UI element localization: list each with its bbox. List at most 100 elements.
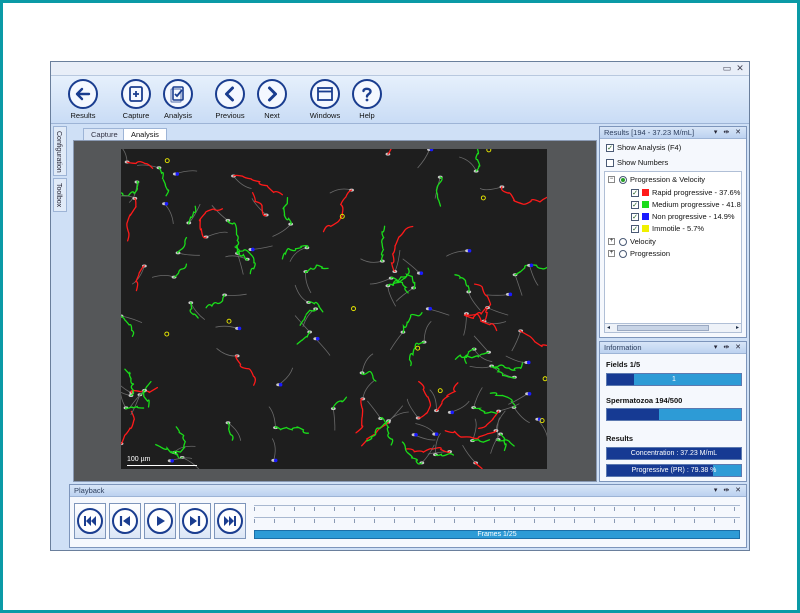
medium-track	[158, 167, 170, 197]
previous-frame-button[interactable]	[109, 503, 141, 539]
show-analysis-toggle[interactable]: ✓ Show Analysis (F4)	[606, 143, 681, 152]
show-numbers-checkbox[interactable]	[606, 158, 614, 167]
windows-button[interactable]: Windows	[303, 79, 347, 123]
close-button[interactable]: ✕	[734, 63, 746, 74]
tree-item-medium[interactable]: ✓ Medium progressive - 41.8	[631, 200, 741, 209]
sperm-tail	[361, 353, 374, 373]
immotile-marker	[480, 195, 486, 201]
previous-button[interactable]: Previous	[208, 79, 252, 123]
non-progressive-marker	[170, 458, 174, 463]
panel-controls-icon[interactable]: ▾ ⇹ ✕	[714, 343, 743, 351]
immotile-checkbox[interactable]: ✓	[631, 224, 639, 233]
rapid-track	[322, 189, 353, 233]
results-button[interactable]: Results	[61, 79, 105, 123]
microscope-image[interactable]: 100 µm	[121, 149, 547, 469]
medium-color-swatch	[642, 201, 649, 208]
spermatozoa-label: Spermatozoa 194/500	[606, 396, 683, 405]
non-progressive-marker	[467, 248, 472, 253]
tree-item-non-progressive[interactable]: ✓ Non progressive - 14.9%	[631, 212, 735, 221]
progressive-text: Progressive (PR) : 79.38 %	[631, 467, 717, 474]
window-icon	[310, 79, 340, 109]
rapid-track	[417, 380, 432, 419]
scroll-right-icon[interactable]: ▸	[736, 324, 739, 331]
sperm-tail	[278, 367, 294, 386]
last-frame-button[interactable]	[214, 503, 246, 539]
tree-group-progression-velocity[interactable]: − Progression & Velocity	[608, 175, 705, 184]
medium-track	[402, 312, 423, 334]
sperm-tail	[462, 445, 476, 464]
analysis-button[interactable]: Analysis	[156, 79, 200, 123]
scroll-thumb[interactable]	[617, 325, 709, 331]
radio-progression-velocity[interactable]	[619, 175, 627, 184]
sperm-tail	[463, 313, 467, 336]
tab-analysis[interactable]: Analysis	[123, 128, 167, 140]
collapse-icon[interactable]: −	[608, 176, 615, 183]
panel-controls-icon[interactable]: ▾ ⇹ ✕	[714, 128, 743, 136]
step-back-icon	[112, 508, 138, 534]
show-numbers-toggle[interactable]: Show Numbers	[606, 158, 668, 167]
play-icon	[147, 508, 173, 534]
configuration-tab-label: Configuration	[55, 131, 62, 173]
medium-track	[304, 264, 329, 274]
tree-item-immotile[interactable]: ✓ Immotile - 5.7%	[631, 224, 704, 233]
radio-velocity[interactable]	[619, 237, 627, 246]
non-progressive-color-swatch	[642, 213, 649, 220]
tree-group-velocity[interactable]: + Velocity	[608, 237, 656, 246]
sperm-tail	[514, 274, 523, 296]
frame-slider-bottom[interactable]	[254, 517, 740, 525]
sperm-tail	[294, 315, 310, 333]
expand-icon[interactable]: +	[608, 238, 615, 245]
non-progressive-marker	[508, 292, 513, 297]
help-button[interactable]: Help	[345, 79, 389, 123]
show-analysis-checkbox[interactable]: ✓	[606, 143, 614, 152]
rapid-checkbox[interactable]: ✓	[631, 188, 639, 197]
sperm-tail	[216, 347, 238, 357]
medium-checkbox[interactable]: ✓	[631, 200, 639, 209]
sperm-tail	[435, 433, 441, 455]
medium-track	[489, 392, 516, 409]
non-progressive-marker	[164, 201, 169, 206]
sperm-tail	[423, 320, 432, 343]
question-icon	[352, 79, 382, 109]
capture-button[interactable]: Capture	[114, 79, 158, 123]
expand-icon[interactable]: +	[608, 250, 615, 257]
frame-slider-top[interactable]	[254, 505, 740, 513]
tree-item-rapid[interactable]: ✓ Rapid progressive - 37.6%	[631, 188, 740, 197]
fields-label: Fields 1/5	[606, 360, 641, 369]
next-button[interactable]: Next	[250, 79, 294, 123]
capture-icon	[121, 79, 151, 109]
sperm-tail	[388, 411, 409, 422]
sperm-tail	[486, 293, 509, 296]
tree-group-progression[interactable]: + Progression	[608, 249, 670, 258]
non-progressive-marker	[434, 432, 439, 436]
sperm-tail	[121, 393, 127, 409]
scroll-left-icon[interactable]: ◂	[607, 324, 610, 331]
medium-track	[227, 422, 234, 441]
medium-track	[454, 351, 490, 360]
first-frame-button[interactable]	[74, 503, 106, 539]
horizontal-scrollbar[interactable]: ◂ ▸	[604, 323, 742, 333]
minimize-button[interactable]: ▭	[721, 63, 733, 74]
tab-capture[interactable]: Capture	[83, 128, 126, 140]
panel-controls-icon[interactable]: ▾ ⇹ ✕	[714, 486, 743, 494]
medium-track	[332, 396, 348, 410]
sperm-tail	[402, 258, 420, 274]
medium-track	[274, 426, 310, 434]
sperm-tail	[459, 156, 477, 172]
help-label: Help	[359, 111, 375, 120]
sperm-tail	[251, 198, 267, 216]
sperm-tail	[529, 265, 539, 286]
rapid-color-swatch	[642, 189, 649, 196]
toolbox-side-tab[interactable]: Toolbox	[53, 178, 67, 212]
next-frame-button[interactable]	[179, 503, 211, 539]
non-progressive-checkbox[interactable]: ✓	[631, 212, 639, 221]
medium-track	[499, 433, 507, 452]
sperm-tail	[513, 407, 530, 424]
non-progressive-marker	[237, 326, 242, 331]
medium-track	[282, 196, 292, 225]
fields-progress-text: 1	[672, 376, 676, 383]
play-button[interactable]	[144, 503, 176, 539]
non-progressive-marker	[429, 149, 434, 152]
configuration-side-tab[interactable]: Configuration	[53, 126, 67, 176]
radio-progression[interactable]	[619, 249, 627, 258]
